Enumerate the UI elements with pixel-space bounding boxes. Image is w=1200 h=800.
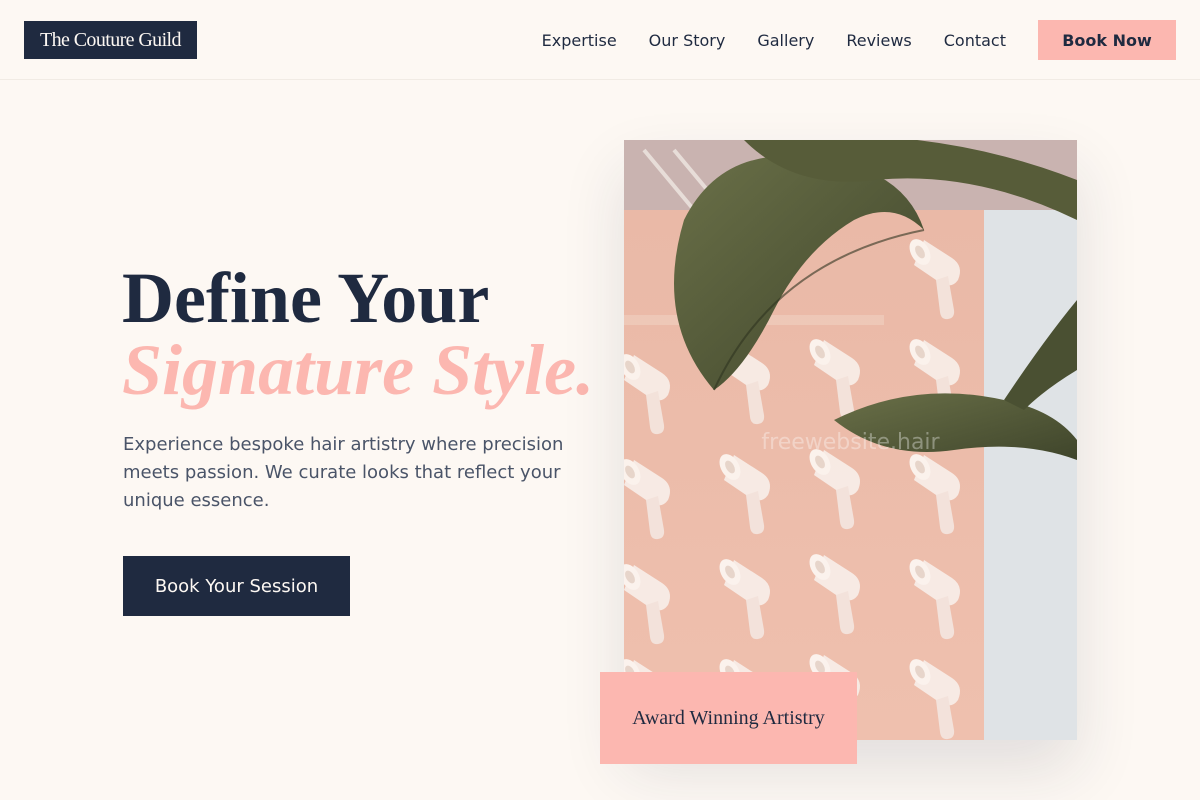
hero-description: Experience bespoke hair artistry where p… (123, 434, 564, 511)
nav-link-gallery[interactable]: Gallery (757, 31, 814, 50)
hero-title: Define Your Signature Style. (122, 262, 594, 406)
book-now-button[interactable]: Book Now (1038, 20, 1176, 60)
nav-link-reviews[interactable]: Reviews (846, 31, 911, 50)
nav-link-our-story[interactable]: Our Story (649, 31, 726, 50)
hero-title-line-1: Define Your (122, 258, 490, 338)
award-badge: Award Winning Artistry (600, 672, 857, 764)
nav-link-contact[interactable]: Contact (944, 31, 1006, 50)
brand-logo[interactable]: The Couture Guild (24, 21, 197, 59)
hero-title-line-2: Signature Style. (122, 330, 595, 410)
nav-link-expertise[interactable]: Expertise (542, 31, 617, 50)
top-navbar: The Couture Guild Expertise Our Story Ga… (0, 0, 1200, 80)
image-watermark: freewebsite.hair (761, 430, 940, 455)
salon-photo: freewebsite.hair (624, 140, 1077, 740)
primary-nav: Expertise Our Story Gallery Reviews Cont… (542, 0, 1006, 80)
book-session-button[interactable]: Book Your Session (123, 556, 350, 616)
